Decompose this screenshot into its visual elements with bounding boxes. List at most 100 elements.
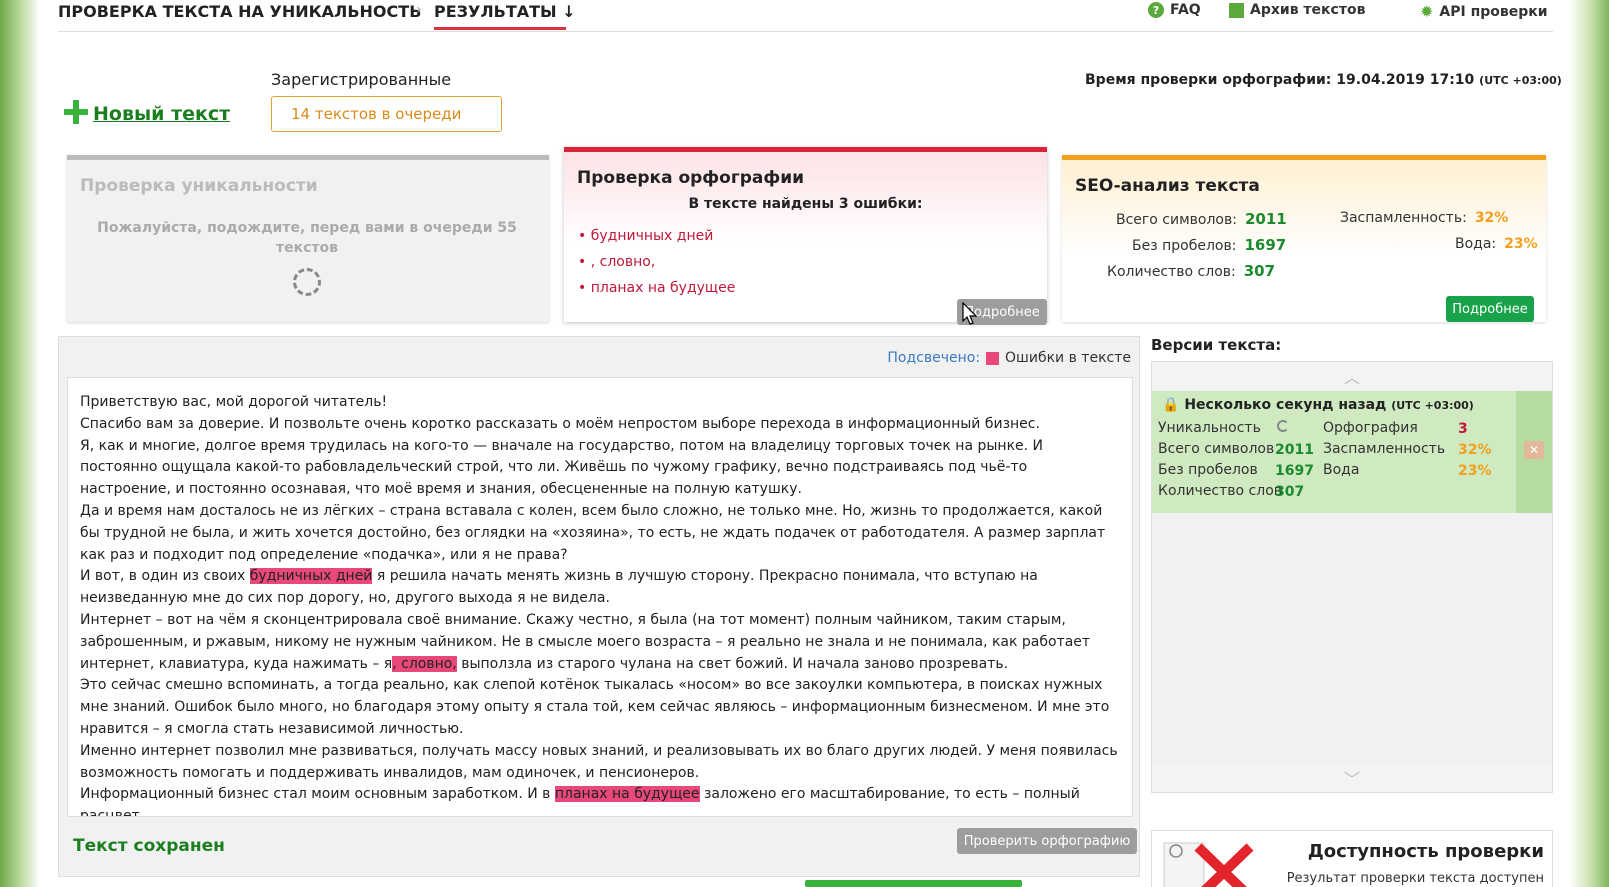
breadcrumb-separator-icon: ›: [416, 2, 422, 18]
archive-icon: [1229, 2, 1244, 18]
version-nospace-label: Без пробелов: [1158, 462, 1258, 478]
text-paragraph: Да и время нам досталось не из лёгких – …: [80, 502, 1106, 563]
versions-title: Версии текста:: [1151, 336, 1282, 354]
seo-words-row: Количество слов: 307: [1107, 262, 1275, 280]
bottom-green-button[interactable]: [805, 880, 1022, 887]
seo-words-label: Количество слов:: [1107, 264, 1236, 280]
version-spell-label: Орфография: [1323, 420, 1418, 436]
api-label: API проверки: [1439, 3, 1548, 20]
version-timezone: (UTC +03:00): [1391, 399, 1474, 412]
text-paragraph: Спасибо вам за доверие. И позвольте очен…: [80, 415, 1040, 432]
seo-words-value: 307: [1243, 262, 1276, 280]
availability-subtitle: Результат проверки текста доступен: [1286, 871, 1544, 886]
version-words-label: Количество слов: [1158, 483, 1283, 499]
queue-button[interactable]: 14 текстов в очереди: [271, 96, 502, 132]
text-paragraph: И вот, в один из своих будничных дней я …: [80, 566, 1120, 610]
seo-title: SEO-анализ текста: [1075, 176, 1260, 196]
text-run: Информационный бизнес стал моим основным…: [80, 786, 555, 803]
error-highlight[interactable]: , словно,: [392, 655, 457, 672]
chevron-up-icon[interactable]: ︿: [1152, 362, 1552, 390]
legend-label: Подсвечено:: [887, 350, 981, 366]
spellcheck-card: Проверка орфографии В тексте найдены 3 о…: [564, 147, 1047, 325]
version-water-label: Вода: [1323, 462, 1360, 478]
seo-nospace-value: 1697: [1244, 236, 1287, 254]
breadcrumb-uniqueness-check[interactable]: ПРОВЕРКА ТЕКСТА НА УНИКАЛЬНОСТЬ: [58, 2, 421, 21]
version-nospace-value: 1697: [1275, 463, 1314, 479]
versions-panel: ︿ 🔒 Несколько секунд назад (UTC +03:00) …: [1151, 361, 1553, 793]
text-paragraph: Я, как и многие, долгое время трудилась …: [80, 437, 1044, 498]
version-words-value: 307: [1275, 484, 1305, 500]
version-total-value: 2011: [1275, 442, 1314, 458]
text-paragraph: Информационный бизнес стал моим основным…: [80, 784, 1120, 816]
seo-water-label: Вода:: [1455, 236, 1497, 252]
seo-total-row: Всего символов: 2011: [1116, 210, 1287, 228]
text-paragraph: Это сейчас смешно вспоминать, а тогда ре…: [80, 677, 1110, 737]
text-run: И вот, в один из своих: [80, 568, 250, 585]
text-paragraph: Интернет – вот на чём я сконцентрировала…: [80, 610, 1120, 675]
text-paragraph: Именно интернет позволил мне развиваться…: [80, 742, 1118, 781]
uniqueness-card: Проверка уникальности Пожалуйста, подожд…: [67, 155, 549, 322]
error-swatch-icon: [986, 351, 1000, 365]
api-link[interactable]: ✹ API проверки: [1420, 2, 1548, 21]
error-item[interactable]: планах на будущее: [578, 280, 736, 306]
seo-spam-value: 32%: [1474, 210, 1509, 226]
unavailable-cross-icon: [1163, 842, 1254, 887]
seo-card: SEO-анализ текста Всего символов: 2011 Бе…: [1062, 155, 1546, 322]
question-icon: ?: [1148, 2, 1164, 18]
check-spelling-button[interactable]: Проверить орфографию: [957, 828, 1137, 854]
chevron-down-icon[interactable]: ﹀: [1152, 764, 1552, 792]
version-total-label: Всего символов: [1158, 441, 1275, 457]
check-time-timezone: (UTC +03:00): [1479, 74, 1562, 87]
version-time: 🔒 Несколько секунд назад (UTC +03:00): [1162, 397, 1474, 413]
breadcrumb-results[interactable]: РЕЗУЛЬТАТЫ ↓: [434, 2, 576, 21]
version-spell-value: 3: [1458, 421, 1468, 437]
seo-water-row: Вода: 23%: [1455, 236, 1538, 252]
mouse-cursor-icon: [962, 302, 978, 325]
uniqueness-title: Проверка уникальности: [80, 176, 318, 196]
error-item[interactable]: , словно,: [578, 254, 735, 280]
version-spam-label: Заспамленность: [1323, 441, 1446, 457]
availability-panel: Доступность проверки Результат проверки …: [1151, 830, 1553, 887]
version-uniq-label: Уникальность: [1158, 420, 1261, 436]
close-icon[interactable]: ✕: [1524, 441, 1544, 459]
text-editor[interactable]: Приветствую вас, мой дорогой читатель! С…: [67, 377, 1133, 817]
spellcheck-time: Время проверки орфографии: 19.04.2019 17…: [1085, 72, 1562, 88]
top-navigation: ПРОВЕРКА ТЕКСТА НА УНИКАЛЬНОСТЬ › РЕЗУЛЬ…: [58, 0, 1553, 32]
new-text-link[interactable]: Новый текст: [93, 103, 230, 125]
loading-spinner-icon: [293, 268, 321, 296]
text-paragraph: Приветствую вас, мой дорогой читатель!: [80, 394, 388, 410]
error-item[interactable]: будничных дней: [578, 228, 735, 254]
version-water-value: 23%: [1458, 463, 1492, 479]
version-uniq-spinner-icon: [1277, 420, 1289, 436]
lock-icon: 🔒: [1162, 397, 1180, 413]
archive-link[interactable]: Архив текстов: [1229, 2, 1365, 18]
seo-spam-label: Заспамленность:: [1340, 210, 1467, 226]
errors-found-text: В тексте найдены 3 ошибки:: [688, 196, 923, 212]
availability-title: Доступность проверки: [1307, 841, 1544, 862]
version-delete-area: ✕: [1516, 391, 1552, 513]
seo-nospace-label: Без пробелов:: [1132, 238, 1237, 254]
spellcheck-title: Проверка орфографии: [577, 168, 805, 188]
faq-label: FAQ: [1170, 2, 1201, 18]
error-list: будничных дней , словно, планах на будущ…: [578, 228, 736, 306]
seo-total-label: Всего символов:: [1116, 212, 1237, 228]
seo-spam-row: Заспамленность: 32%: [1340, 210, 1508, 226]
seo-total-value: 2011: [1244, 210, 1287, 228]
gear-icon: ✹: [1420, 2, 1434, 21]
seo-details-button[interactable]: Подробнее: [1446, 296, 1534, 322]
check-time-label: Время проверки орфографии: 19.04.2019 17…: [1085, 72, 1475, 88]
error-highlight[interactable]: планах на будущее: [554, 786, 700, 803]
version-time-label: Несколько секунд назад: [1184, 397, 1387, 413]
seo-nospace-row: Без пробелов: 1697: [1132, 236, 1286, 254]
text-run: выползла из старого чулана на свет божий…: [456, 655, 1009, 672]
text-saved-status: Текст сохранен: [73, 836, 225, 856]
error-highlight[interactable]: будничных дней: [249, 568, 373, 585]
legend-text: Ошибки в тексте: [1005, 350, 1131, 366]
version-item[interactable]: 🔒 Несколько секунд назад (UTC +03:00) Ун…: [1152, 391, 1552, 513]
text-editor-panel: Подсвечено: Ошибки в тексте Приветствую …: [58, 336, 1140, 877]
plus-icon[interactable]: [64, 100, 88, 124]
active-tab-underline: [434, 27, 566, 30]
seo-water-value: 23%: [1504, 236, 1538, 252]
faq-link[interactable]: ? FAQ: [1148, 2, 1201, 18]
version-spam-value: 32%: [1458, 442, 1492, 458]
